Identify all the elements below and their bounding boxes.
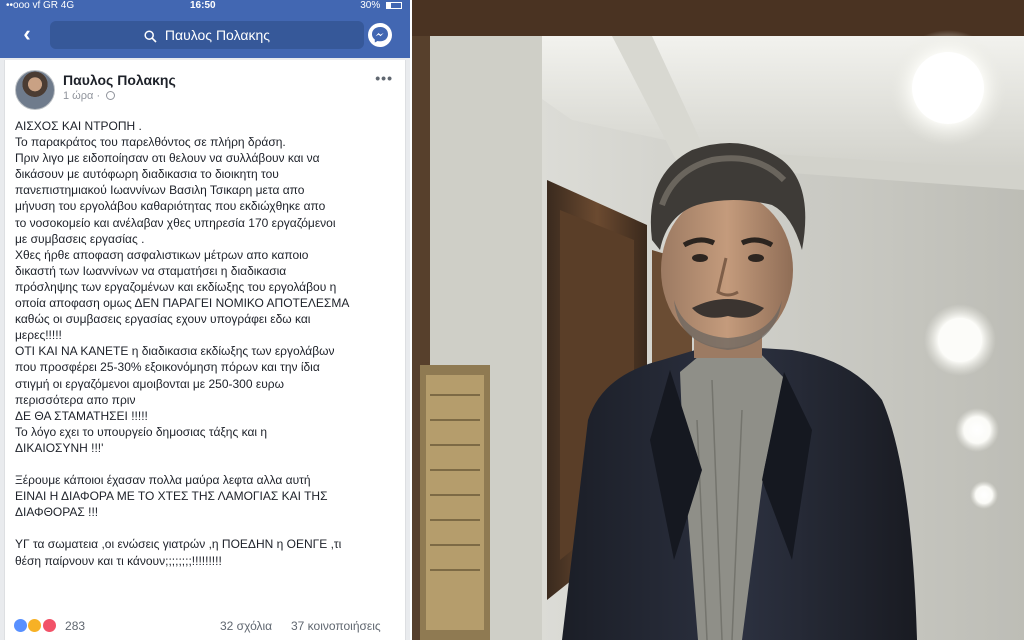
post-card: Παυλος Πολακης 1 ώρα · ••• ΑΙΣΧΟΣ ΚΑΙ ΝΤ… xyxy=(4,60,406,640)
politician-photo xyxy=(412,0,1024,640)
search-field[interactable]: Παυλος Πολακης xyxy=(50,21,364,49)
love-reaction-icon xyxy=(41,618,57,634)
status-bar: ••ooo vf GR 4G 16:50 30% xyxy=(0,0,410,12)
author-avatar[interactable] xyxy=(15,70,55,110)
post-footer: 283 32 σχόλια 37 κοινοποιήσεις xyxy=(5,616,405,640)
messenger-icon xyxy=(372,27,388,43)
battery-indicator: 30% xyxy=(360,0,402,12)
battery-icon xyxy=(386,1,402,9)
shares-count[interactable]: 37 κοινοποιήσεις xyxy=(291,619,381,633)
composite-image: ••ooo vf GR 4G 16:50 30% ‹ Παυλος Πολακη… xyxy=(0,0,1024,640)
like-reaction-icon xyxy=(13,618,28,634)
author-name[interactable]: Παυλος Πολακης xyxy=(63,72,176,88)
more-icon: ••• xyxy=(375,70,393,86)
search-icon xyxy=(144,30,157,43)
search-text: Παυλος Πολακης xyxy=(164,27,270,43)
battery-fill xyxy=(387,2,391,8)
photo-illustration xyxy=(412,0,1024,640)
more-options-button[interactable]: ••• xyxy=(375,70,393,86)
post-time[interactable]: 1 ώρα xyxy=(63,90,93,102)
back-chevron-icon: ‹ xyxy=(23,21,31,46)
comments-count[interactable]: 32 σχόλια xyxy=(220,619,272,633)
clock: 16:50 xyxy=(190,0,216,11)
post-header: Παυλος Πολακης 1 ώρα · ••• xyxy=(5,60,405,116)
facebook-post-screenshot: ••ooo vf GR 4G 16:50 30% ‹ Παυλος Πολακη… xyxy=(0,0,410,640)
top-nav-bar: ‹ Παυλος Πολακης xyxy=(0,12,410,58)
globe-icon xyxy=(106,91,116,100)
battery-percent: 30% xyxy=(360,0,381,11)
messenger-button[interactable] xyxy=(368,23,392,47)
reaction-count: 283 xyxy=(65,618,86,633)
back-button[interactable]: ‹ xyxy=(14,22,40,48)
post-text: ΑΙΣΧΟΣ ΚΑΙ ΝΤΡΟΠΗ . Το παρακράτος του πα… xyxy=(15,119,350,568)
carrier-label: ••ooo vf GR 4G xyxy=(6,0,75,11)
reactions-summary[interactable]: 283 xyxy=(13,618,86,634)
haha-reaction-icon xyxy=(27,618,43,634)
post-meta: 1 ώρα · xyxy=(63,90,116,102)
